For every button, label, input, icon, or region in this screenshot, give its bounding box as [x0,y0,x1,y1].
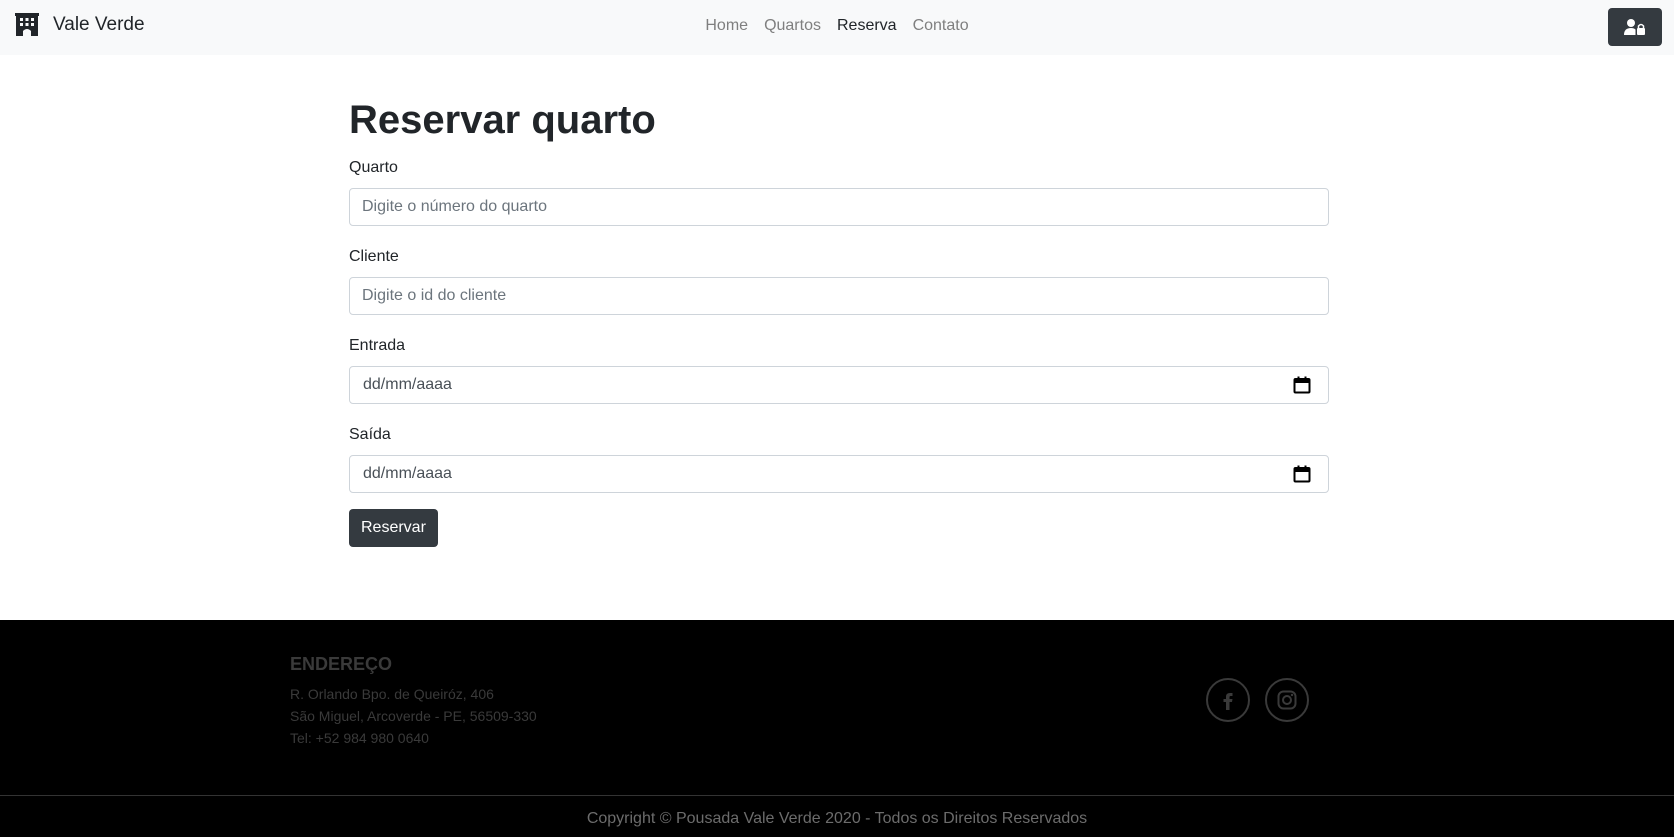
nav-link-home[interactable]: Home [705,17,748,35]
facebook-link[interactable] [1206,678,1250,722]
instagram-link[interactable] [1265,678,1309,722]
checkin-label: Entrada [349,337,406,354]
calendar-icon[interactable] [1293,465,1311,483]
phone-number: Tel: +52 984 980 0640 [290,730,429,746]
user-lock-icon [1624,19,1645,35]
copyright-text: Copyright © Pousada Vale Verde 2020 - To… [586,810,1088,827]
room-field-wrapper [349,188,1329,226]
instagram-icon [1277,690,1297,710]
checkout-date-value: dd/mm/aaaa [363,465,452,482]
main-nav: Home Quartos Reserva Contato [0,17,1674,35]
address-line: São Miguel, Arcoverde - PE, 56509-330 [290,708,537,724]
reserve-button[interactable]: Reservar [349,509,438,547]
client-field-wrapper [349,277,1329,315]
checkin-date-input[interactable]: dd/mm/aaaa [349,366,1329,404]
room-input[interactable] [350,189,1328,225]
page-title: Reservar quarto [349,98,656,142]
address-line: R. Orlando Bpo. de Queiróz, 406 [290,686,494,702]
facebook-icon [1223,693,1233,710]
footer-divider [0,795,1674,796]
checkout-label: Saída [349,426,391,443]
navbar: Vale Verde Home Quartos Reserva Contato [0,0,1674,55]
nav-link-reserva[interactable]: Reserva [837,17,897,35]
room-label: Quarto [349,159,398,176]
login-button[interactable] [1608,8,1662,46]
checkout-date-input[interactable]: dd/mm/aaaa [349,455,1329,493]
nav-link-quartos[interactable]: Quartos [764,17,821,35]
client-label: Cliente [349,248,399,265]
checkin-date-value: dd/mm/aaaa [363,376,452,393]
calendar-icon[interactable] [1293,376,1311,394]
reservation-form: Reservar quarto Quarto Cliente Entrada d… [349,96,1329,547]
nav-link-contato[interactable]: Contato [913,17,969,35]
footer: ENDEREÇO R. Orlando Bpo. de Queiróz, 406… [0,620,1674,837]
address-title: ENDEREÇO [290,654,393,674]
client-input[interactable] [350,278,1328,314]
